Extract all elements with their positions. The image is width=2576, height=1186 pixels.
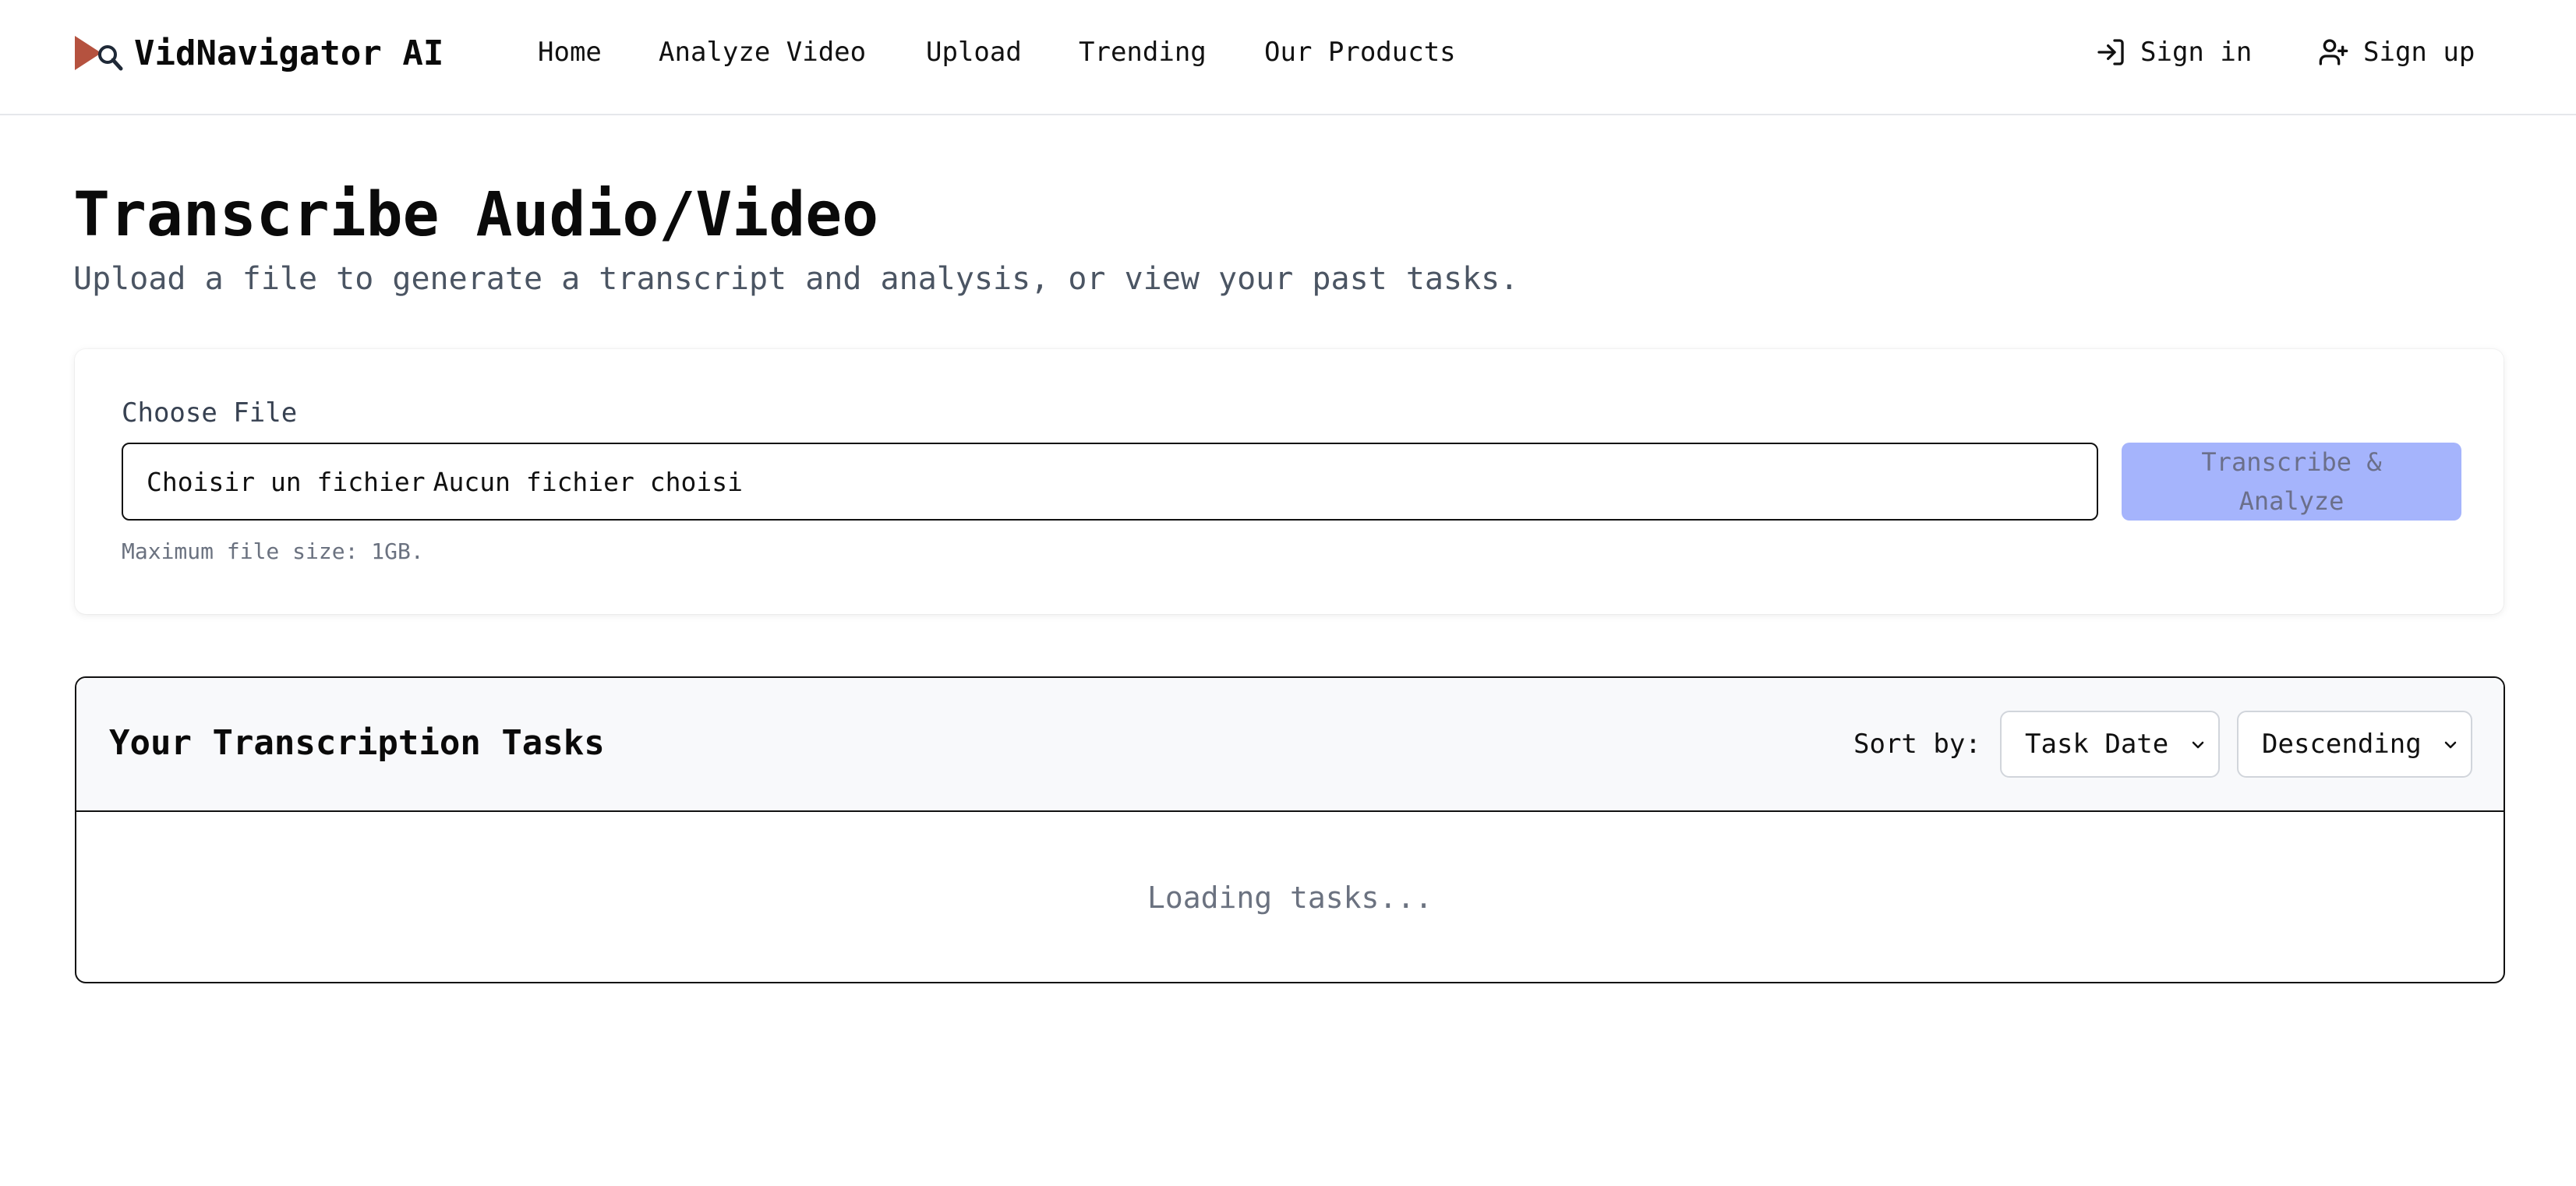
- chevron-down-icon: [2444, 741, 2457, 749]
- upload-card: Choose File Choisir un fichier Aucun fic…: [75, 349, 2504, 614]
- nav-our-products[interactable]: Our Products: [1264, 34, 1456, 70]
- sign-up-button[interactable]: Sign up: [2318, 34, 2475, 70]
- file-input-label: Choose File: [122, 397, 298, 429]
- loading-tasks-text: Loading tasks...: [1147, 881, 1433, 915]
- sign-in-label: Sign in: [2140, 37, 2253, 68]
- top-navigation-bar: VidNavigator AI Home Analyze Video Uploa…: [0, 0, 2576, 115]
- file-input[interactable]: Choisir un fichier Aucun fichier choisi: [122, 443, 2098, 521]
- brand-name: VidNavigator AI: [134, 33, 444, 73]
- page-subtitle: Upload a file to generate a transcript a…: [73, 261, 1519, 297]
- user-plus-icon: [2319, 39, 2348, 65]
- brand-logo-link[interactable]: VidNavigator AI: [73, 31, 443, 75]
- sort-by-label: Sort by:: [1853, 729, 1981, 760]
- sort-field-select[interactable]: Task Date: [2000, 711, 2220, 778]
- transcribe-analyze-button[interactable]: Transcribe & Analyze: [2122, 443, 2461, 521]
- chevron-down-icon: [2192, 741, 2204, 749]
- nav-analyze-video[interactable]: Analyze Video: [659, 34, 866, 70]
- choose-file-button[interactable]: Choisir un fichier: [147, 467, 426, 497]
- no-file-chosen-text: Aucun fichier choisi: [433, 466, 743, 497]
- sign-up-label: Sign up: [2363, 37, 2475, 68]
- page-title: Transcribe Audio/Video: [73, 180, 879, 250]
- file-size-hint: Maximum file size: 1GB.: [122, 538, 424, 564]
- sign-in-button[interactable]: Sign in: [2095, 34, 2252, 70]
- sign-in-icon: [2097, 39, 2124, 65]
- nav-home[interactable]: Home: [538, 34, 602, 70]
- sort-order-select[interactable]: Descending: [2237, 711, 2472, 778]
- nav-trending[interactable]: Trending: [1079, 34, 1207, 70]
- nav-upload[interactable]: Upload: [926, 34, 1022, 70]
- tasks-title: Your Transcription Tasks: [109, 723, 605, 763]
- sort-order-value: Descending: [2262, 729, 2422, 760]
- tasks-list-body: Loading tasks...: [76, 812, 2504, 982]
- sort-field-value: Task Date: [2025, 729, 2169, 760]
- transcription-tasks-panel: Your Transcription Tasks Sort by: Task D…: [75, 676, 2505, 983]
- vidnavigator-logo-icon: [75, 36, 123, 71]
- tasks-panel-header: Your Transcription Tasks Sort by: Task D…: [76, 678, 2504, 812]
